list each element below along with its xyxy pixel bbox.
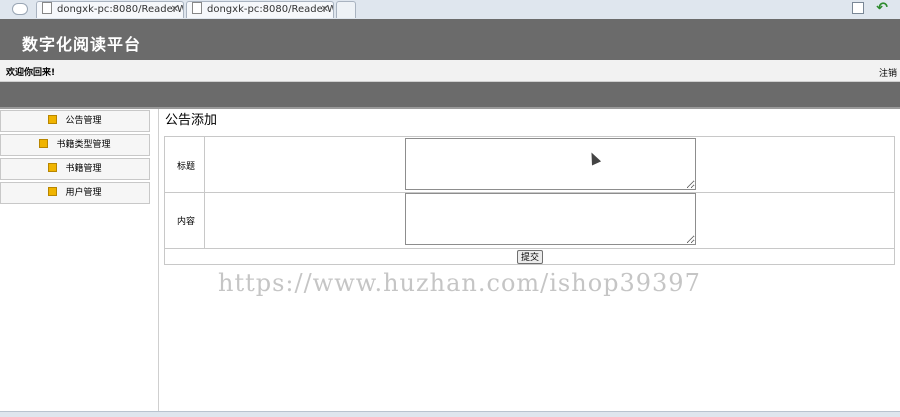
nav-band — [0, 82, 900, 109]
sidebar-item-label: 书籍类型管理 — [56, 140, 111, 150]
submit-button[interactable]: 提交 — [517, 250, 543, 264]
arrow-icon — [48, 163, 58, 172]
close-tab-icon[interactable]: ✕ — [321, 2, 329, 18]
sidebar-item-label: 书籍管理 — [65, 164, 102, 174]
close-tab-icon[interactable]: ✕ — [171, 2, 179, 18]
page-icon — [192, 2, 202, 14]
title-label-cell: 标题 — [165, 137, 205, 192]
back-arrow-icon[interactable]: ↶ — [876, 1, 888, 15]
logout-link[interactable]: 注销 — [879, 66, 897, 79]
tab-label: dongxk-pc:8080/ReaderWe — [207, 4, 334, 15]
sidebar-item-label: 公告管理 — [65, 116, 102, 126]
status-bar — [0, 411, 900, 417]
sidebar-item-label: 用户管理 — [65, 188, 102, 198]
content-textarea[interactable] — [405, 193, 696, 245]
announcement-form: 标题 内容 提交 — [164, 136, 895, 265]
sidebar: 公告管理 书籍类型管理 书籍管理 用户管理 — [0, 109, 159, 416]
content-row: 内容 — [165, 192, 894, 249]
site-title: 数字化阅读平台 — [22, 35, 142, 54]
welcome-bar: 欢迎你回来! 注销 — [0, 60, 900, 82]
title-label: 标题 — [177, 162, 196, 172]
sidebar-item-announcement-management[interactable]: 公告管理 — [0, 110, 150, 132]
page-icon — [42, 2, 52, 14]
new-tab-button[interactable] — [336, 1, 356, 18]
watermark: https://www.huzhan.com/ishop39397 — [218, 269, 701, 297]
browser-tab[interactable]: dongxk-pc:8080/ReaderWe ✕ — [36, 1, 184, 18]
site-header: 数字化阅读平台 — [0, 19, 900, 60]
title-row: 标题 — [165, 137, 894, 193]
sidebar-item-book-management[interactable]: 书籍管理 — [0, 158, 150, 180]
cloud-icon — [12, 3, 28, 15]
arrow-icon — [48, 187, 58, 196]
browser-tab-bar: dongxk-pc:8080/ReaderWe ✕ dongxk-pc:8080… — [0, 0, 900, 20]
browser-tab[interactable]: dongxk-pc:8080/ReaderWe ✕ — [186, 1, 334, 18]
arrow-icon — [48, 115, 58, 124]
tab-label: dongxk-pc:8080/ReaderWe — [57, 4, 184, 15]
content-label-cell: 内容 — [165, 192, 205, 248]
welcome-text: 欢迎你回来! — [6, 68, 56, 78]
title-textarea[interactable] — [405, 138, 696, 190]
sidebar-item-book-type-management[interactable]: 书籍类型管理 — [0, 134, 150, 156]
content-label: 内容 — [177, 217, 196, 227]
arrow-icon — [39, 139, 49, 148]
sidebar-item-user-management[interactable]: 用户管理 — [0, 182, 150, 204]
home-icon[interactable] — [852, 2, 864, 14]
page-title: 公告添加 — [165, 113, 218, 128]
